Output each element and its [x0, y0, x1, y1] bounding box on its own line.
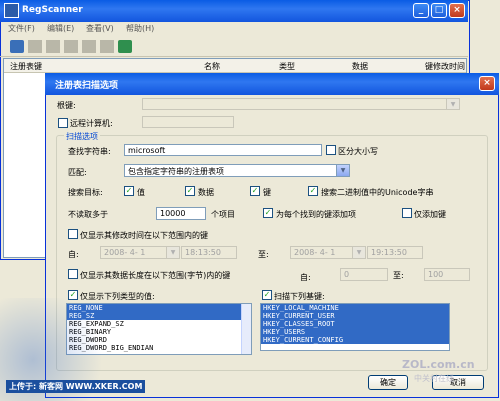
- zol-watermark: ZOL.com.cn: [402, 358, 475, 371]
- only-add-key-checkbox[interactable]: [402, 208, 412, 218]
- base-keys-checkbox[interactable]: ✓: [262, 290, 272, 300]
- list-item[interactable]: HKEY_USERS: [261, 328, 449, 336]
- target-unicode-checkbox[interactable]: ✓: [308, 186, 318, 196]
- list-item[interactable]: HKEY_LOCAL_MACHINE: [261, 304, 449, 312]
- time-from-spinner[interactable]: 18:13:50: [181, 246, 237, 259]
- zol-sub-watermark: 中关村在线: [414, 374, 454, 383]
- dialog-close-button[interactable]: ×: [479, 76, 495, 91]
- length-to-label: 至:: [393, 271, 404, 280]
- remote-computer-checkbox[interactable]: [58, 118, 68, 128]
- find-icon[interactable]: [100, 40, 114, 53]
- limit-input[interactable]: 10000: [156, 207, 206, 220]
- scan-options-legend: 扫描选项: [64, 131, 100, 142]
- close-button[interactable]: ×: [449, 3, 465, 18]
- menu-edit[interactable]: 编辑(E): [47, 23, 74, 34]
- time-range-checkbox[interactable]: [68, 229, 78, 239]
- column-data[interactable]: 数据: [352, 61, 368, 72]
- add-each-key-label: 为每个找到的键添加项: [276, 210, 356, 219]
- list-item[interactable]: HKEY_CURRENT_USER: [261, 312, 449, 320]
- date-to-picker[interactable]: 2008- 4- 1 ▼: [290, 246, 366, 259]
- main-title: RegScanner: [22, 5, 83, 15]
- dialog-title: 注册表扫描选项: [55, 81, 119, 91]
- root-key-label: 根键:: [57, 101, 76, 110]
- find-string-label: 查找字符串:: [68, 147, 111, 156]
- add-each-key-checkbox[interactable]: ✓: [263, 208, 273, 218]
- maximize-button[interactable]: □: [431, 3, 447, 18]
- remote-computer-label: 远程计算机:: [70, 119, 113, 128]
- target-key-label: 键: [263, 188, 271, 197]
- toolbar: [0, 37, 468, 57]
- copy-icon[interactable]: [64, 40, 78, 53]
- data-length-checkbox[interactable]: [68, 269, 78, 279]
- regedit-icon[interactable]: [82, 40, 96, 53]
- limit-unit-label: 个项目: [211, 210, 235, 219]
- match-mode-value: 包含指定字符串的注册表项: [128, 167, 224, 176]
- length-from-label: 自:: [300, 273, 311, 282]
- find-string-input[interactable]: microsoft: [124, 144, 322, 156]
- menu-file[interactable]: 文件(F): [8, 23, 35, 34]
- properties-icon[interactable]: [46, 40, 60, 53]
- list-item[interactable]: HKEY_CLASSES_ROOT: [261, 320, 449, 328]
- match-case-label: 区分大小写: [338, 147, 378, 156]
- minimize-button[interactable]: _: [413, 3, 429, 18]
- dialog-titlebar[interactable]: 注册表扫描选项 ×: [45, 73, 499, 95]
- base-keys-list[interactable]: HKEY_LOCAL_MACHINE HKEY_CURRENT_USER HKE…: [260, 303, 450, 351]
- length-to-input[interactable]: 100: [424, 268, 470, 281]
- menubar: 文件(F) 编辑(E) 查看(V) 帮助(H): [0, 22, 468, 36]
- value-types-scrollbar[interactable]: [241, 304, 251, 354]
- target-value-checkbox[interactable]: ✓: [124, 186, 134, 196]
- exit-icon[interactable]: [118, 40, 132, 53]
- only-add-key-label: 仅添加键: [414, 210, 446, 219]
- column-type[interactable]: 类型: [279, 61, 295, 72]
- time-from-value: 18:13:50: [185, 248, 221, 257]
- data-length-label: 仅显示其数据长度在以下范围(字节)内的键: [80, 271, 231, 280]
- time-to-spinner[interactable]: 19:13:50: [367, 246, 423, 259]
- menu-help[interactable]: 帮助(H): [126, 23, 154, 34]
- date-from-value: 2008- 4- 1: [104, 248, 146, 257]
- match-case-checkbox[interactable]: [326, 145, 336, 155]
- match-mode-select[interactable]: 包含指定字符串的注册表项 ▼: [124, 164, 350, 177]
- main-titlebar[interactable]: RegScanner _ □ ×: [0, 0, 468, 22]
- save-icon[interactable]: [28, 40, 42, 53]
- target-key-checkbox[interactable]: ✓: [250, 186, 260, 196]
- remote-computer-input[interactable]: [142, 116, 234, 128]
- time-from-label: 自:: [68, 250, 79, 259]
- scan-icon[interactable]: [10, 40, 24, 53]
- base-keys-label: 扫描下列基键:: [274, 292, 325, 301]
- list-item[interactable]: HKEY_CURRENT_CONFIG: [261, 336, 449, 344]
- match-label: 匹配:: [68, 168, 87, 177]
- menu-view[interactable]: 查看(V): [86, 23, 114, 34]
- time-to-value: 19:13:50: [371, 248, 407, 257]
- column-name[interactable]: 名称: [204, 61, 220, 72]
- column-modified[interactable]: 键修改时间: [425, 61, 465, 72]
- upload-watermark: 上传于: 新客网 WWW.XKER.COM: [6, 380, 146, 393]
- ok-button[interactable]: 确定: [368, 375, 408, 390]
- target-value-label: 值: [137, 188, 145, 197]
- column-key[interactable]: 注册表键: [10, 61, 42, 72]
- length-from-input[interactable]: 0: [340, 268, 388, 281]
- app-icon: [4, 3, 19, 18]
- limit-label: 不读取多于: [68, 210, 108, 219]
- target-unicode-label: 搜索二进制值中的Unicode字串: [321, 188, 434, 197]
- date-to-value: 2008- 4- 1: [294, 248, 336, 257]
- time-range-label: 仅显示其修改时间在以下范围内的键: [80, 231, 208, 240]
- target-data-label: 数据: [198, 188, 214, 197]
- list-header: 注册表键 名称 类型 数据 键修改时间: [4, 59, 466, 73]
- time-to-label: 至:: [258, 250, 269, 259]
- date-from-picker[interactable]: 2008- 4- 1 ▼: [100, 246, 180, 259]
- target-data-checkbox[interactable]: ✓: [185, 186, 195, 196]
- search-targets-label: 搜索目标:: [68, 188, 103, 197]
- root-key-select[interactable]: ▼: [142, 98, 460, 110]
